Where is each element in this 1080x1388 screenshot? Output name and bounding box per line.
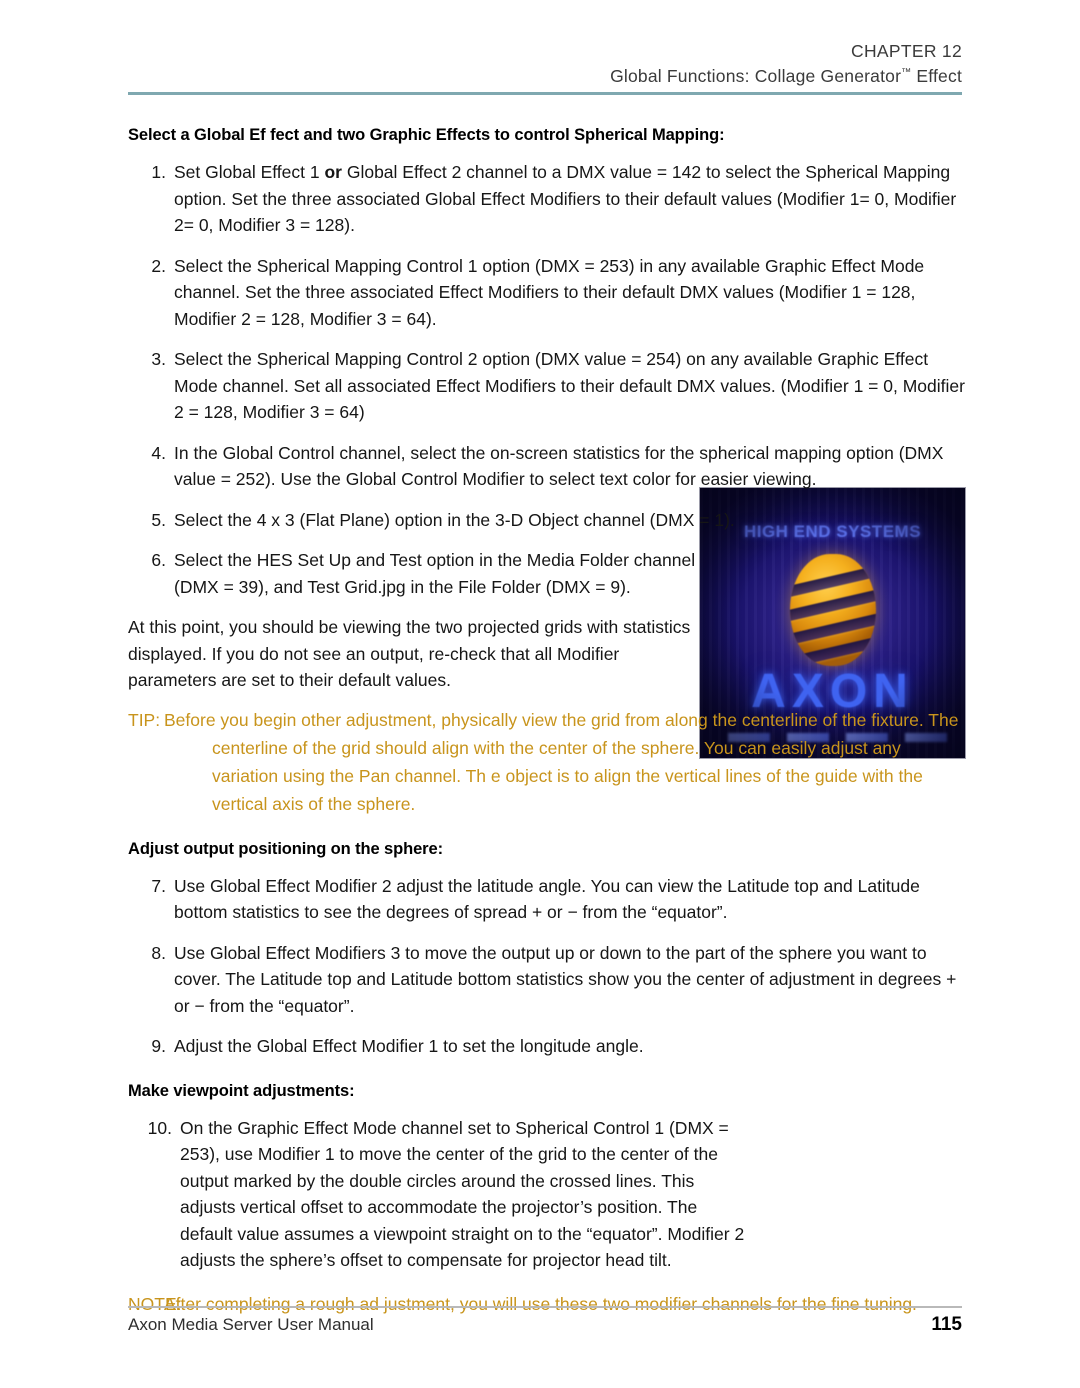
tip-callout: TIP: Before you begin other adjustment, … (128, 706, 968, 818)
list-item-number: 3. (151, 349, 166, 369)
list-item-text: Use Global Effect Modifier 2 adjust the … (174, 875, 920, 923)
tip-label: TIP: (128, 709, 161, 730)
list-item-number: 8. (151, 942, 166, 963)
list-item-number: 10. (147, 1117, 172, 1138)
list-item: 7. Use Global Effect Modifier 2 adjust t… (128, 873, 968, 926)
page-content: Select a Global Ef fect and two Graphic … (128, 126, 968, 1330)
manual-title: Axon Media Server User Manual (128, 1315, 374, 1334)
list-item-text: Select the Spherical Mapping Control 1 o… (174, 255, 925, 329)
list-item-number: 4. (151, 442, 166, 463)
list-item: 5. Select the 4 x 3 (Flat Plane) option … (128, 507, 739, 534)
list-item: 6. Select the HES Set Up and Test option… (128, 547, 739, 600)
page-number: 115 (931, 1314, 962, 1335)
tip-text: Before you begin other adjustment, physi… (164, 709, 959, 814)
list-item-text: Select the HES Set Up and Test option in… (174, 550, 696, 597)
list-item-text: Use Global Effect Modifiers 3 to move th… (174, 942, 957, 1016)
list-item: 10. On the Graphic Effect Mode channel s… (128, 1115, 745, 1274)
list-item-number: 7. (151, 875, 166, 896)
list-item-number: 6. (151, 550, 166, 570)
section-heading-adjust-output: Adjust output positioning on the sphere: (128, 839, 443, 858)
list-item-number: 2. (151, 255, 166, 276)
chapter-title-before: Global Functions: Collage Generator (610, 65, 902, 86)
page-header: CHAPTER 12 Global Functions: Collage Gen… (128, 40, 962, 89)
list-item-number: 1. (151, 162, 166, 182)
chapter-title-after: Effect (911, 65, 962, 86)
list-item-text: Select the Spherical Mapping Control 2 o… (174, 349, 965, 422)
page-footer: Axon Media Server User Manual 115 (128, 1314, 962, 1336)
list-item: 2. Select the Spherical Mapping Control … (128, 253, 968, 333)
list-item-text-part: Set Global Effect 1 (174, 162, 325, 182)
document-page: CHAPTER 12 Global Functions: Collage Gen… (0, 0, 1080, 1388)
list-item-text: On the Graphic Effect Mode channel set t… (180, 1117, 745, 1271)
section-heading-spherical-mapping: Select a Global Ef fect and two Graphic … (128, 126, 725, 144)
list-item: 3. Select the Spherical Mapping Control … (128, 346, 968, 426)
list-item-number: 9. (151, 1036, 166, 1056)
section-heading-viewpoint: Make viewpoint adjustments: (128, 1081, 355, 1100)
list-item-text: In the Global Control channel, select th… (174, 442, 944, 490)
list-item-text: Select the 4 x 3 (Flat Plane) option in … (174, 509, 735, 530)
chapter-label: CHAPTER 12 (851, 41, 962, 61)
list-item-emphasis: or (324, 162, 342, 182)
list-item: 9. Adjust the Global Effect Modifier 1 t… (128, 1033, 968, 1060)
chapter-title: Global Functions: Collage Generator™ Eff… (128, 64, 962, 89)
list-item-text: Set Global Effect 1 or Global Effect 2 c… (174, 162, 956, 235)
list-item-number: 5. (151, 509, 166, 530)
header-divider (128, 92, 962, 95)
body-paragraph: At this point, you should be viewing the… (128, 617, 691, 690)
trademark-symbol: ™ (901, 66, 912, 78)
list-item: 1. Set Global Effect 1 or Global Effect … (128, 159, 968, 239)
list-item-text: Adjust the Global Effect Modifier 1 to s… (174, 1036, 644, 1056)
list-item: 4. In the Global Control channel, select… (128, 440, 968, 493)
footer-divider (128, 1306, 962, 1308)
list-item: 8. Use Global Effect Modifiers 3 to move… (128, 940, 968, 1020)
